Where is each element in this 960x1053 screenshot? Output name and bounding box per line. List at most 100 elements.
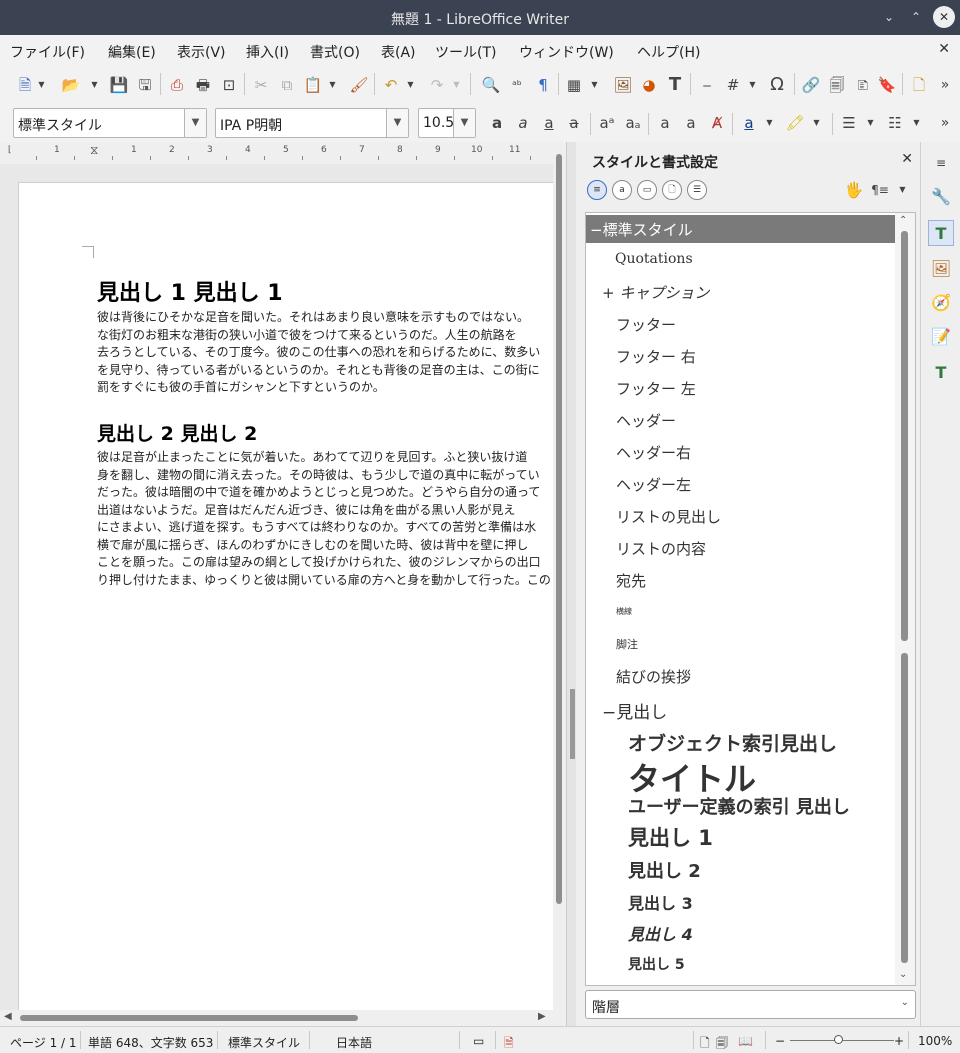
style-item-list-contents[interactable]: リストの内容 [586,538,896,559]
page-count[interactable]: ページ 1 / 1 [10,1034,77,1051]
font-color-dropdown-icon[interactable]: ▼ [765,112,774,134]
document-vertical-scrollbar[interactable] [553,144,565,1010]
style-item-quotations[interactable]: Quotations [586,251,896,267]
gallery-icon[interactable]: 🖼 [928,256,954,282]
document-area[interactable]: 見出し 1 見出し 1 彼は背後にひそかな足音を聞いた。それはあまり良い意味を示… [0,164,565,1010]
sidebar-collapse-handle[interactable] [570,689,575,759]
open-folder-icon[interactable]: 📂 [60,74,82,96]
paragraph-style-combo[interactable]: 標準スタイル ▼ [13,108,207,138]
shadow-icon[interactable]: a [654,112,676,134]
page-style[interactable]: 標準スタイル [228,1034,300,1051]
styles-deck-icon[interactable]: T [928,220,954,246]
scroll-down-icon[interactable]: ⌄ [899,969,907,980]
subscript-icon[interactable]: aₐ [622,112,644,134]
chevron-down-icon[interactable]: ▼ [386,109,408,137]
undo-dropdown-icon[interactable]: ▼ [406,74,415,96]
style-item-object-index-heading[interactable]: オブジェクト索引見出し [586,729,896,756]
menu-table[interactable]: 表(A) [381,42,416,62]
word-count[interactable]: 単語 648、文字数 653 [88,1034,213,1051]
scroll-right-icon[interactable]: ▶ [538,1011,546,1022]
new-style-icon[interactable]: ¶≡ [869,179,891,201]
expand-icon[interactable]: + [602,284,615,302]
multi-page-view-icon[interactable]: 🗐 [716,1034,728,1053]
style-item-heading-2[interactable]: 見出し 2 [586,857,896,883]
style-item-heading-3[interactable]: 見出し 3 [586,890,896,914]
insert-field-icon[interactable]: # [722,74,744,96]
single-page-view-icon[interactable]: 🗋 [700,1034,710,1053]
close-window-button[interactable]: ✕ [933,6,955,28]
save-icon[interactable]: 💾 [108,74,130,96]
style-item-heading-4[interactable]: 見出し 4 [586,921,896,945]
font-size-combo[interactable]: 10.5 ▼ [418,108,476,138]
insert-textbox-icon[interactable]: T [664,74,686,96]
book-view-icon[interactable]: 📖 [738,1034,753,1048]
properties-icon[interactable]: 🔧 [928,184,954,210]
style-item-footer-left[interactable]: フッター 左 [586,378,896,399]
insert-note-icon[interactable]: 🗋 [908,74,930,96]
style-item-heading-1[interactable]: 見出し 1 [586,822,896,852]
document-page[interactable]: 見出し 1 見出し 1 彼は背後にひそかな足音を聞いた。それはあまり良い意味を示… [18,182,565,1010]
save-as-icon[interactable]: 🖫 [134,74,156,96]
language[interactable]: 日本語 [336,1034,372,1051]
clone-formatting-icon[interactable]: 🖌 [348,74,370,96]
new-dropdown-icon[interactable]: ▼ [37,74,46,96]
menu-edit[interactable]: 編集(E) [108,42,156,62]
page-styles-icon[interactable]: 🗋 [662,180,682,200]
bullet-list-dropdown-icon[interactable]: ▼ [866,112,875,134]
bullet-list-icon[interactable]: ☰ [838,112,860,134]
heading-1-text[interactable]: 見出し 1 見出し 1 [97,275,283,307]
menu-insert[interactable]: 挿入(I) [246,42,289,62]
style-item-horizontal-line[interactable]: 横線 [586,606,896,617]
superscript-icon[interactable]: aᵃ [596,112,618,134]
formatting-marks-icon[interactable]: ¶ [532,74,554,96]
menu-tools[interactable]: ツール(T) [435,42,496,62]
print-icon[interactable]: 🖶 [192,74,214,96]
paragraph-styles-icon[interactable]: ≡ [587,180,607,200]
style-item-footer[interactable]: フッター [586,314,896,335]
style-item-footer-right[interactable]: フッター 右 [586,346,896,367]
zoom-out-icon[interactable]: − [775,1034,785,1048]
spelling-icon[interactable]: ᵃᵇ [506,74,528,96]
style-item-addressee[interactable]: 宛先 [586,570,896,591]
underline-icon[interactable]: a [538,112,560,134]
style-list[interactable]: −標準スタイル Quotations + キャプション フッター フッター 右 … [585,212,916,986]
style-item-default[interactable]: −標準スタイル [586,215,896,243]
table-dropdown-icon[interactable]: ▼ [590,74,599,96]
style-item-caption[interactable]: + キャプション [586,282,896,303]
highlight-dropdown-icon[interactable]: ▼ [812,112,821,134]
redo-dropdown-icon[interactable]: ▼ [452,74,461,96]
navigator-icon[interactable]: 🧭 [928,290,954,316]
menu-window[interactable]: ウィンドウ(W) [519,42,614,62]
comment-icon[interactable]: 🗈 [852,74,874,96]
find-replace-icon[interactable]: 🔍 [480,74,502,96]
hyperlink-icon[interactable]: 🔗 [800,74,822,96]
toolbar-more-icon[interactable]: » [934,74,956,96]
undo-icon[interactable]: ↶ [380,74,402,96]
frame-styles-icon[interactable]: ▭ [637,180,657,200]
style-item-heading[interactable]: −見出し [586,698,896,723]
minimize-icon[interactable]: ⌄ [878,6,900,28]
bookmark-icon[interactable]: 🔖 [876,74,898,96]
menu-file[interactable]: ファイル(F) [10,42,85,62]
maximize-icon[interactable]: ⌃ [905,6,927,28]
style-item-heading-5[interactable]: 見出し 5 [586,954,896,974]
insert-image-icon[interactable]: 🖼 [612,74,634,96]
redo-icon[interactable]: ↷ [426,74,448,96]
chevron-down-icon[interactable]: ▼ [453,109,475,137]
list-styles-icon[interactable]: ☰ [687,180,707,200]
style-item-header-right[interactable]: ヘッダー右 [586,442,896,463]
horizontal-ruler[interactable]: ⌊ 1 ⧖ 1 2 3 4 5 6 7 8 9 10 11 [0,142,572,164]
style-list-scrollbar[interactable]: ⌃ ⌄ [895,213,915,985]
style-item-header[interactable]: ヘッダー [586,410,896,431]
scroll-thumb[interactable] [901,231,908,641]
collapse-icon[interactable]: − [602,703,616,723]
bold-icon[interactable]: a [486,112,508,134]
chevron-down-icon[interactable]: ⌄ [901,997,909,1008]
sidebar-splitter[interactable] [566,142,576,1026]
style-item-header-left[interactable]: ヘッダー左 [586,474,896,495]
highlight-color-icon[interactable]: 🖍 [784,112,806,134]
close-sidebar-icon[interactable]: ✕ [901,151,913,167]
clear-formatting-icon[interactable]: Ⱥ [706,112,728,134]
paste-dropdown-icon[interactable]: ▼ [328,74,337,96]
new-document-icon[interactable]: 🗎 [14,74,36,96]
